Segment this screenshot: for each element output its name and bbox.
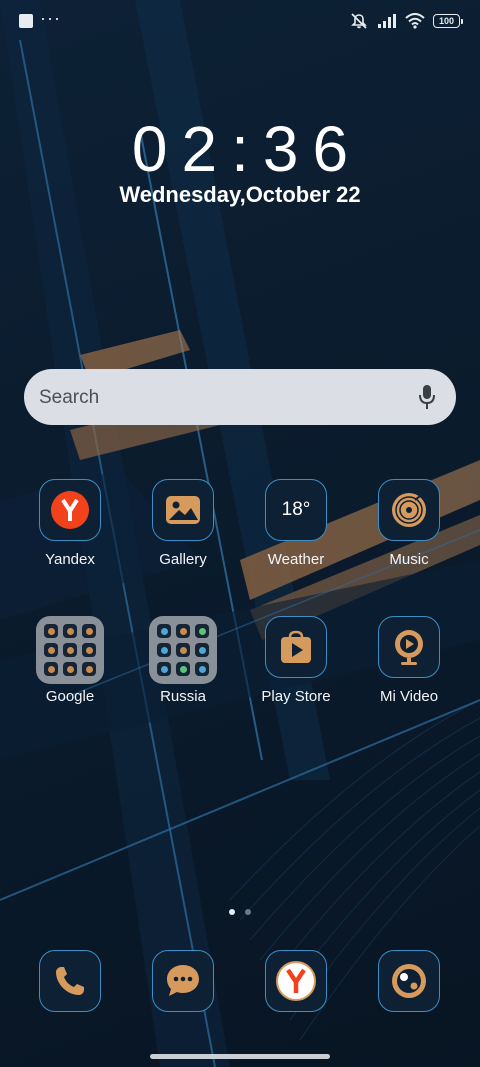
page-indicator [229, 909, 251, 915]
app-label: Play Store [261, 688, 331, 705]
page-dot [245, 909, 251, 915]
phone-icon [56, 967, 84, 995]
home-gesture-bar[interactable] [150, 1054, 330, 1059]
app-music[interactable]: Music [353, 479, 465, 599]
folder-mini-icon [63, 624, 77, 638]
page-dot-active [229, 909, 235, 915]
app-mi-video[interactable]: Mi Video [353, 616, 465, 736]
folder-mini-icon [82, 643, 96, 657]
app-gallery[interactable]: Gallery [127, 479, 239, 599]
folder-mini-icon [176, 624, 190, 638]
wifi-icon [405, 13, 425, 29]
folder-mini-icon [63, 662, 77, 676]
folder-icon [36, 616, 104, 684]
gallery-icon [152, 479, 214, 541]
yandex-browser-icon [276, 961, 316, 1001]
battery-level: 100 [438, 16, 455, 26]
folder-mini-icon [44, 643, 58, 657]
folder-mini-icon [195, 643, 209, 657]
dock-camera[interactable] [378, 950, 440, 1012]
app-label: Google [45, 688, 95, 705]
folder-mini-icon [82, 624, 96, 638]
app-label: Weather [267, 551, 325, 568]
folder-mini-icon [157, 662, 171, 676]
app-play-store[interactable]: Play Store [240, 616, 352, 736]
folder-mini-icon [176, 662, 190, 676]
folder-mini-icon [195, 662, 209, 676]
status-bar: ··· 100 [0, 0, 480, 42]
folder-mini-icon [63, 643, 77, 657]
more-dots-icon: ··· [40, 8, 61, 28]
app-label: Yandex [45, 551, 95, 568]
messages-icon [167, 965, 199, 996]
app-label: Music [389, 551, 429, 568]
dock-phone[interactable] [39, 950, 101, 1012]
folder-mini-icon [44, 624, 58, 638]
folder-mini-icon [157, 643, 171, 657]
app-weather[interactable]: 18° Weather [240, 479, 352, 599]
app-label: Gallery [159, 551, 207, 568]
dock-messages[interactable] [152, 950, 214, 1012]
folder-mini-icon [176, 643, 190, 657]
mute-icon [351, 13, 367, 29]
app-yandex[interactable]: Yandex [14, 479, 126, 599]
music-icon [378, 479, 440, 541]
search-bar[interactable]: Search [24, 369, 456, 425]
clock-time[interactable]: 02:36 [0, 112, 480, 186]
weather-icon: 18° [265, 479, 327, 541]
folder-russia[interactable]: Russia [127, 616, 239, 736]
clock-date[interactable]: Wednesday,October 22 [0, 182, 480, 208]
folder-mini-icon [44, 662, 58, 676]
folder-google[interactable]: Google [14, 616, 126, 736]
folder-mini-icon [195, 624, 209, 638]
microphone-icon[interactable] [417, 383, 437, 411]
folder-mini-icon [82, 662, 96, 676]
mi-video-icon [378, 616, 440, 678]
yandex-icon [39, 479, 101, 541]
battery-icon: 100 [433, 14, 463, 28]
notification-square-icon [19, 14, 33, 28]
camera-icon [392, 964, 426, 998]
signal-icon [378, 14, 396, 28]
status-icons: 100 [349, 11, 463, 31]
weather-temperature: 18° [281, 499, 311, 520]
search-placeholder: Search [39, 387, 100, 408]
dock-yandex-browser[interactable] [265, 950, 327, 1012]
app-label: Russia [160, 688, 206, 705]
folder-icon [149, 616, 217, 684]
folder-mini-icon [157, 624, 171, 638]
play-store-icon [265, 616, 327, 678]
app-label: Mi Video [379, 688, 439, 705]
